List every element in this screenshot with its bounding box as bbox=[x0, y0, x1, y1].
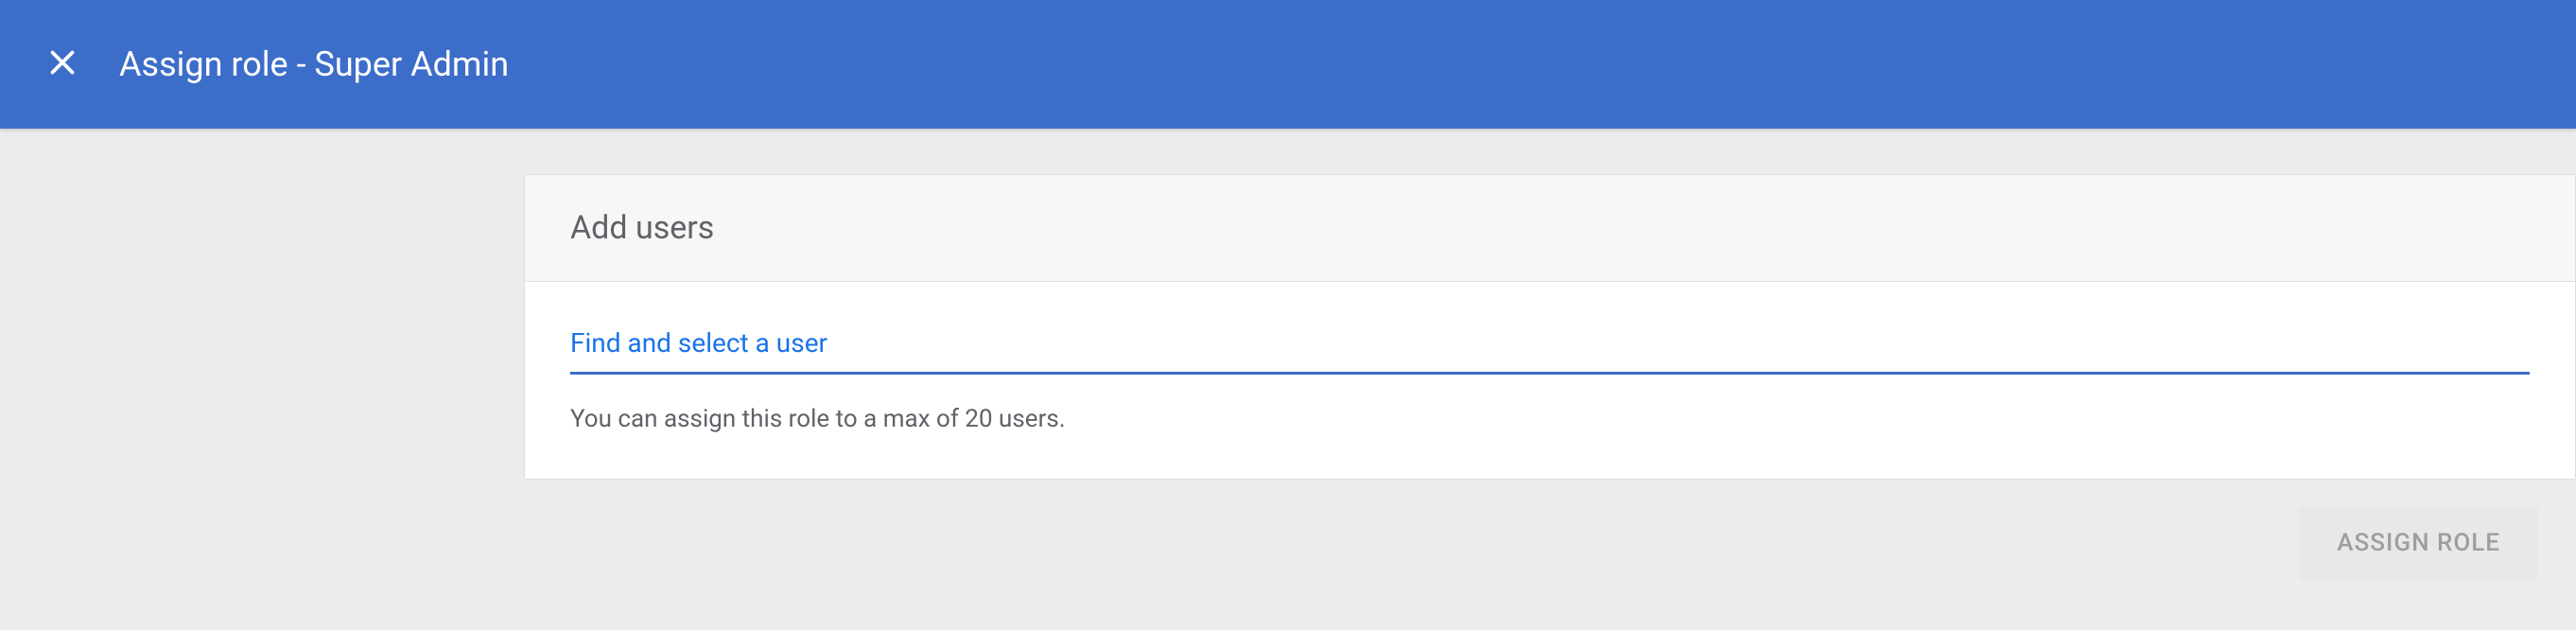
user-search-input[interactable] bbox=[570, 327, 2530, 375]
helper-text: You can assign this role to a max of 20 … bbox=[570, 405, 2530, 433]
card-header: Add users bbox=[525, 175, 2575, 282]
footer: ASSIGN ROLE bbox=[0, 480, 2576, 580]
card-body: You can assign this role to a max of 20 … bbox=[525, 282, 2575, 479]
card-title: Add users bbox=[570, 209, 2530, 247]
add-users-card: Add users You can assign this role to a … bbox=[524, 174, 2576, 480]
page-header: Assign role - Super Admin bbox=[0, 0, 2576, 129]
close-icon bbox=[45, 45, 79, 83]
close-button[interactable] bbox=[40, 42, 85, 87]
page-title: Assign role - Super Admin bbox=[119, 44, 509, 84]
assign-role-button[interactable]: ASSIGN ROLE bbox=[2299, 506, 2538, 580]
